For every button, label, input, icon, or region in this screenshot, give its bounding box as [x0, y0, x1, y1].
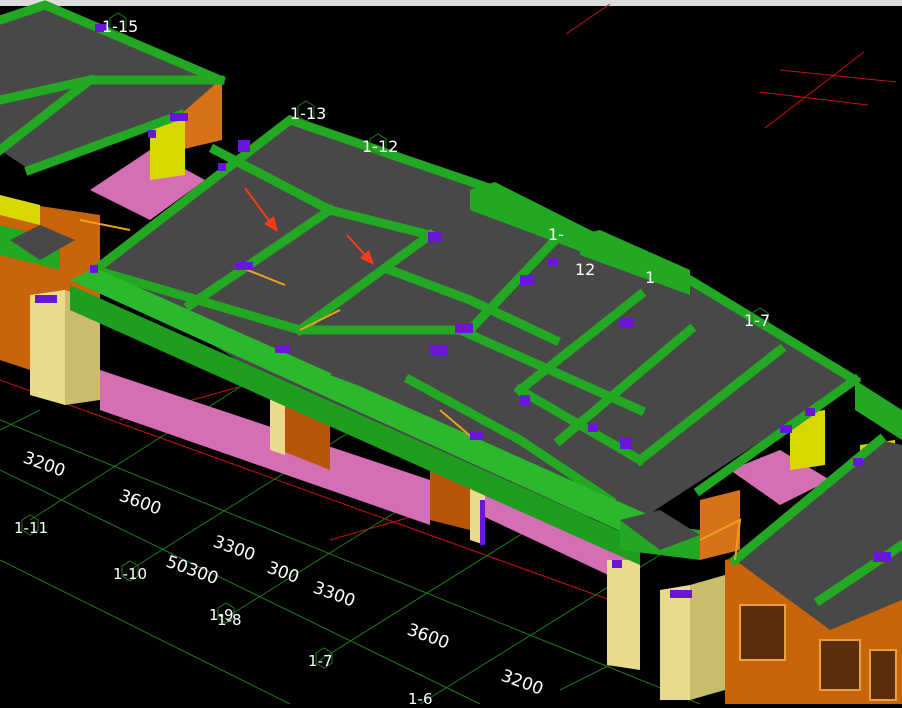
window-opening-3 — [869, 649, 897, 701]
yellow-column-upper — [150, 120, 185, 180]
window-opening-1 — [739, 604, 786, 661]
dimension-300: 300 — [264, 558, 301, 588]
cream-column-right-1 — [607, 560, 640, 670]
axis-marker-1-7-top[interactable]: 1-7 — [744, 307, 770, 330]
axis-marker-1-7-bottom[interactable]: 1-7 — [308, 647, 333, 670]
dimension-3200-left: 3200 — [20, 448, 67, 482]
dimension-3300-right: 3300 — [310, 578, 357, 612]
axis-label-1-7-bottom: 1-7 — [308, 652, 333, 670]
dimension-3200-right: 3200 — [498, 666, 545, 700]
dimension-3300-left: 3300 — [210, 532, 257, 566]
axis-marker-1-11[interactable]: 1-11 — [14, 514, 48, 537]
axis-marker-1-13[interactable]: 1-13 — [290, 100, 326, 123]
dimension-3600-right: 3600 — [404, 620, 451, 654]
building-model-canvas[interactable]: 1-15 1-13 1-12 1-7 1- 12 1 1-11 1-10 1-9… — [0, 0, 902, 708]
axis-marker-1-15[interactable]: 1-15 — [102, 12, 138, 36]
axis-label-1-11: 1-11 — [14, 519, 48, 537]
axis-label-1-10: 1-10 — [113, 565, 147, 583]
viewport-top-border — [0, 0, 902, 6]
axis-label-partial-a: 1- — [548, 225, 564, 244]
cream-column-left — [30, 290, 65, 405]
orange-wall-right-small — [700, 490, 740, 560]
axis-label-1-15: 1-15 — [102, 17, 138, 36]
3d-model-viewport[interactable]: 1-15 1-13 1-12 1-7 1- 12 1 1-11 1-10 1-9… — [0, 0, 902, 708]
beam-block-right — [855, 380, 902, 440]
axis-label-1-7-top: 1-7 — [744, 311, 770, 330]
axis-marker-1-12[interactable]: 1-12 — [362, 133, 398, 156]
dimension-total-50300: 50300 — [163, 552, 221, 589]
axis-label-1-6: 1-6 — [408, 690, 433, 704]
dimension-3600-left: 3600 — [116, 486, 163, 520]
window-opening-2 — [819, 639, 861, 691]
axis-label-1-12: 1-12 — [362, 137, 398, 156]
cream-column-right-3 — [690, 575, 725, 700]
axis-marker-1-9[interactable]: 1-9 1-8 — [209, 602, 242, 629]
axis-label-partial-d: 12 — [575, 260, 595, 279]
axis-label-1-8: 1-8 — [217, 611, 242, 629]
axis-marker-1-10[interactable]: 1-10 — [113, 560, 147, 583]
axis-label-1-13: 1-13 — [290, 104, 326, 123]
building-model[interactable] — [0, 0, 902, 704]
cream-column-right-2 — [660, 585, 690, 700]
axis-label-partial-c: 1 — [645, 268, 655, 287]
